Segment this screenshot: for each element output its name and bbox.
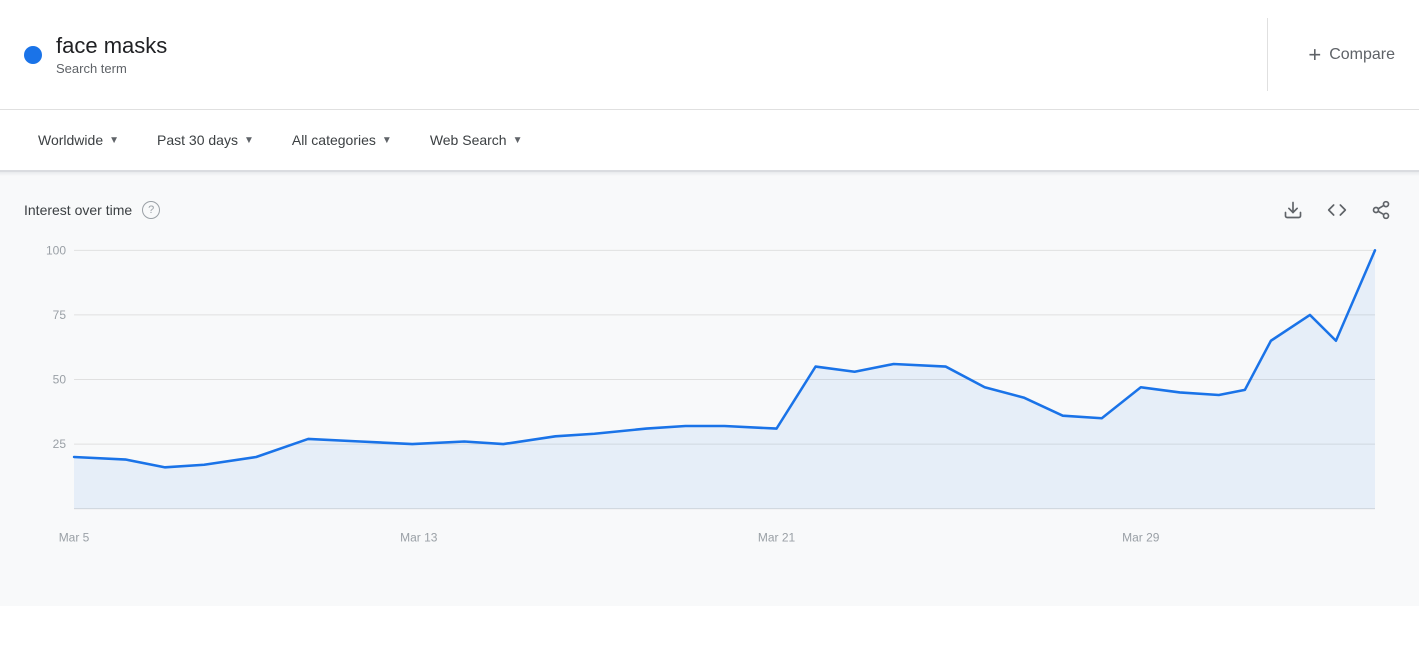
download-icon <box>1283 200 1303 220</box>
chart-actions <box>1279 196 1395 224</box>
svg-text:Mar 29: Mar 29 <box>1122 531 1160 545</box>
svg-text:50: 50 <box>53 372 67 386</box>
chart-title: Interest over time <box>24 202 132 218</box>
term-color-dot <box>24 46 42 64</box>
location-chevron-icon: ▼ <box>109 135 119 146</box>
search-term-block: face masks Search term <box>24 18 1268 91</box>
category-filter-label: All categories <box>292 132 376 148</box>
search-type-filter-label: Web Search <box>430 132 507 148</box>
location-filter-label: Worldwide <box>38 132 103 148</box>
category-filter[interactable]: All categories ▼ <box>278 124 406 156</box>
chart-title-group: Interest over time ? <box>24 201 160 219</box>
svg-text:75: 75 <box>53 308 67 322</box>
embed-button[interactable] <box>1323 196 1351 224</box>
help-icon[interactable]: ? <box>142 201 160 219</box>
search-type-filter[interactable]: Web Search ▼ <box>416 124 537 156</box>
term-type: Search term <box>56 61 167 76</box>
svg-text:Mar 21: Mar 21 <box>758 531 796 545</box>
category-chevron-icon: ▼ <box>382 135 392 146</box>
share-button[interactable] <box>1367 196 1395 224</box>
svg-text:25: 25 <box>53 437 67 451</box>
time-range-chevron-icon: ▼ <box>244 135 254 146</box>
interest-chart: 25 50 75 100 Mar 5 Mar 13 Mar 21 Mar 29 <box>24 240 1395 550</box>
compare-block[interactable]: + Compare <box>1268 42 1395 68</box>
time-range-filter[interactable]: Past 30 days ▼ <box>143 124 268 156</box>
share-icon <box>1371 200 1391 220</box>
term-name: face masks <box>56 33 167 59</box>
embed-icon <box>1327 200 1347 220</box>
location-filter[interactable]: Worldwide ▼ <box>24 124 133 156</box>
time-range-filter-label: Past 30 days <box>157 132 238 148</box>
svg-text:Mar 13: Mar 13 <box>400 531 438 545</box>
svg-text:100: 100 <box>46 243 66 257</box>
svg-text:Mar 5: Mar 5 <box>59 531 90 545</box>
download-button[interactable] <box>1279 196 1307 224</box>
chart-container: 25 50 75 100 Mar 5 Mar 13 Mar 21 Mar 29 <box>24 240 1395 580</box>
chart-section: Interest over time ? <box>0 176 1419 606</box>
page-header: face masks Search term + Compare <box>0 0 1419 110</box>
search-type-chevron-icon: ▼ <box>513 135 523 146</box>
filters-bar: Worldwide ▼ Past 30 days ▼ All categorie… <box>0 110 1419 172</box>
chart-header: Interest over time ? <box>24 196 1395 224</box>
term-info: face masks Search term <box>56 33 167 76</box>
compare-label: Compare <box>1329 46 1395 64</box>
compare-plus-icon: + <box>1308 42 1321 68</box>
